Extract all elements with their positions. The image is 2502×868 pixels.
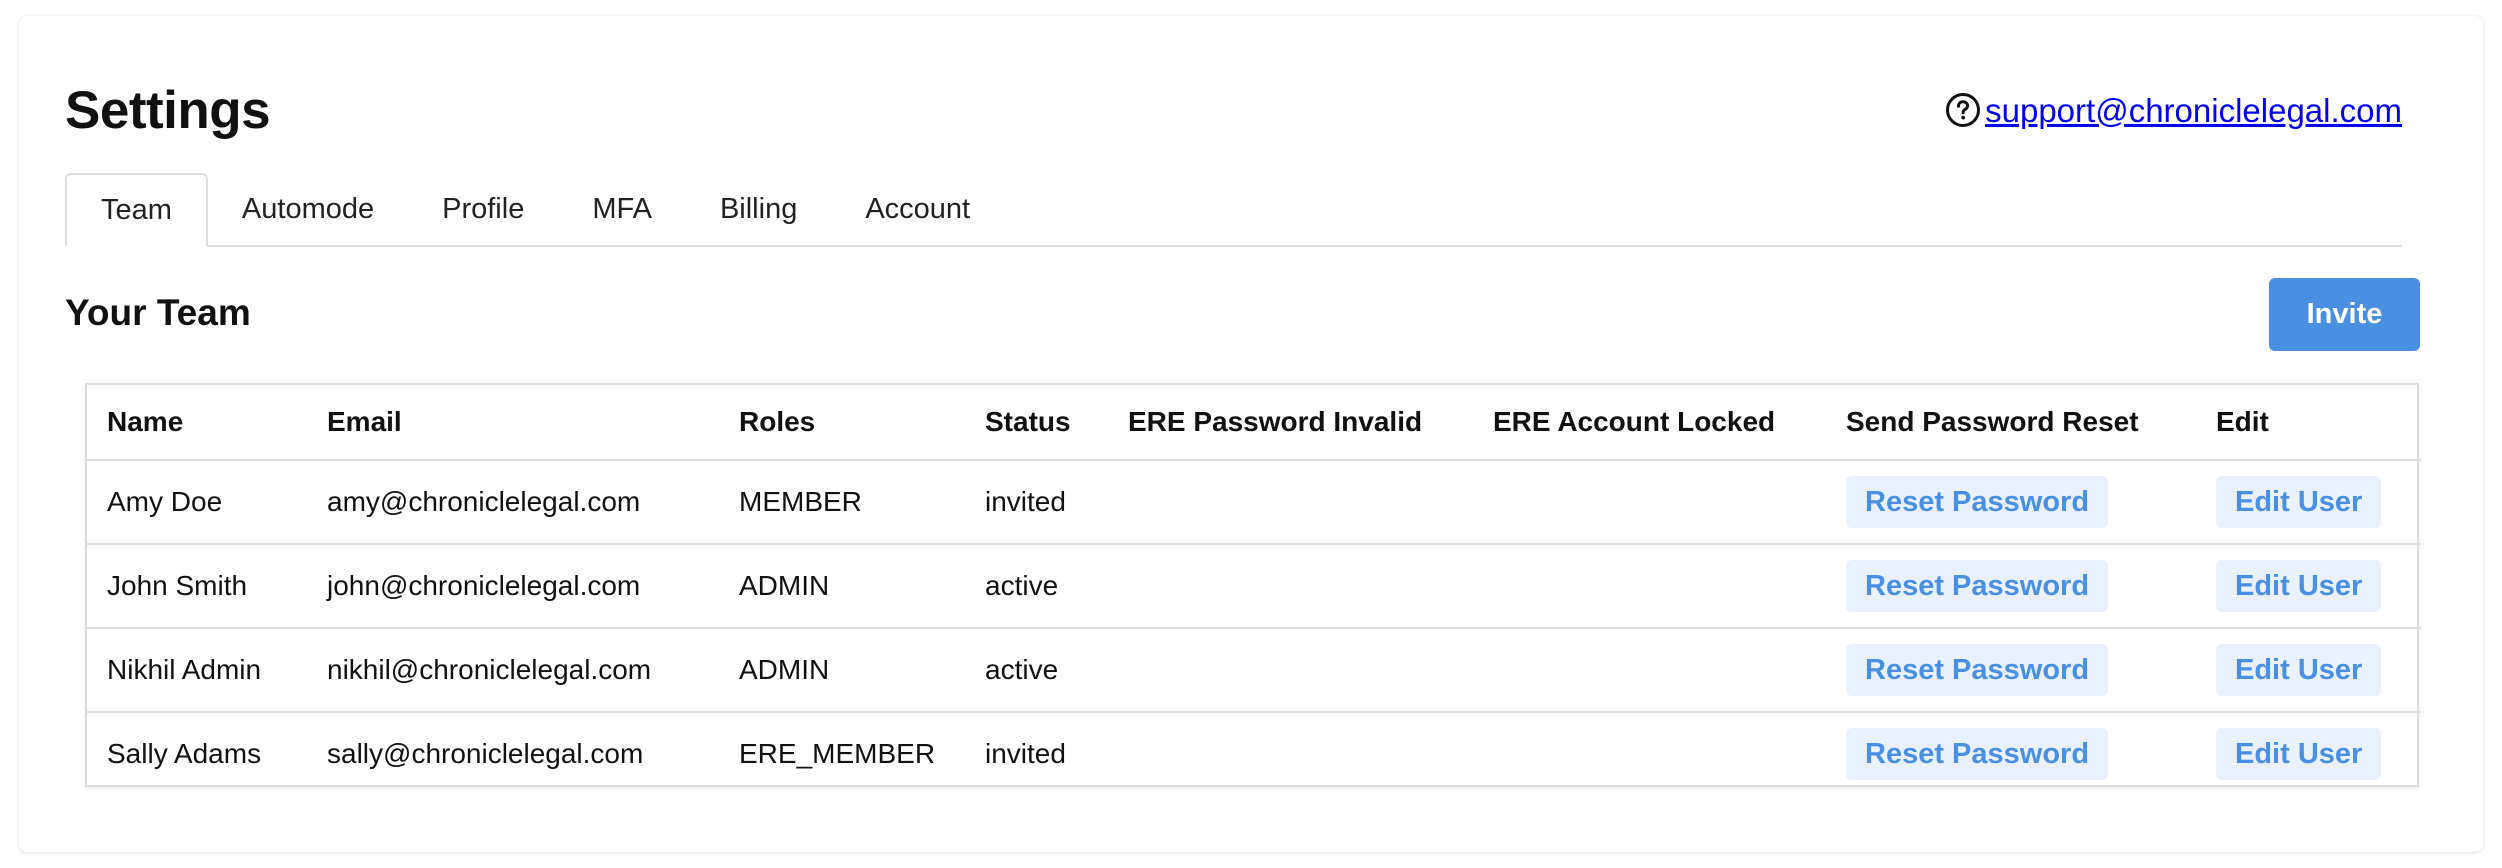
user-email: amy@chroniclelegal.com bbox=[307, 460, 719, 545]
support-email-link[interactable]: support@chroniclelegal.com bbox=[1985, 94, 2402, 127]
ere-password-invalid bbox=[1108, 460, 1473, 545]
column-header: Email bbox=[307, 385, 719, 461]
user-role: ADMIN bbox=[719, 628, 965, 713]
user-status: invited bbox=[965, 460, 1108, 545]
user-name: Amy Doe bbox=[87, 460, 307, 545]
tab-account[interactable]: Account bbox=[831, 173, 1004, 245]
column-header: Roles bbox=[719, 385, 965, 461]
section-title: Your Team bbox=[65, 292, 251, 333]
ere-password-invalid bbox=[1108, 544, 1473, 629]
column-header: Send Password Reset bbox=[1826, 385, 2196, 461]
edit-user-button[interactable]: Edit User bbox=[2216, 728, 2382, 780]
ere-password-invalid bbox=[1108, 712, 1473, 795]
ere-account-locked bbox=[1473, 712, 1826, 795]
tab-mfa[interactable]: MFA bbox=[558, 173, 686, 245]
table-header-row: Name Email Roles Status ERE Password Inv… bbox=[87, 385, 2421, 461]
reset-password-button[interactable]: Reset Password bbox=[1846, 476, 2109, 528]
invite-button[interactable]: Invite bbox=[2269, 278, 2420, 351]
edit-user-button[interactable]: Edit User bbox=[2216, 476, 2382, 528]
user-name: John Smith bbox=[87, 544, 307, 629]
table-row: Amy Doe amy@chroniclelegal.com MEMBER in… bbox=[87, 460, 2421, 545]
column-header: Status bbox=[965, 385, 1108, 461]
user-name: Nikhil Admin bbox=[87, 628, 307, 713]
table-row: Sally Adams sally@chroniclelegal.com ERE… bbox=[87, 712, 2421, 795]
settings-tabs: Team Automode Profile MFA Billing Accoun… bbox=[65, 173, 2402, 247]
user-role: MEMBER bbox=[719, 460, 965, 545]
reset-password-button[interactable]: Reset Password bbox=[1846, 728, 2109, 780]
user-status: invited bbox=[985, 738, 1066, 769]
column-header: ERE Password Invalid bbox=[1108, 385, 1473, 461]
column-header: Name bbox=[87, 385, 307, 461]
ere-account-locked bbox=[1473, 544, 1826, 629]
tab-billing[interactable]: Billing bbox=[686, 173, 831, 245]
column-header: Edit bbox=[2196, 385, 2421, 461]
column-header: ERE Account Locked bbox=[1473, 385, 1826, 461]
edit-user-button[interactable]: Edit User bbox=[2216, 560, 2382, 612]
team-table: Name Email Roles Status ERE Password Inv… bbox=[85, 383, 2421, 787]
tab-profile[interactable]: Profile bbox=[408, 173, 558, 245]
table-row: John Smith john@chroniclelegal.com ADMIN… bbox=[87, 544, 2421, 629]
page-header: Settings support@chroniclelegal.com bbox=[65, 66, 2402, 140]
table-row: Nikhil Admin nikhil@chroniclelegal.com A… bbox=[87, 628, 2421, 713]
user-email: john@chroniclelegal.com bbox=[307, 544, 719, 629]
tab-team[interactable]: Team bbox=[65, 173, 208, 247]
ere-account-locked bbox=[1473, 460, 1826, 545]
ere-password-invalid bbox=[1108, 628, 1473, 713]
reset-password-button[interactable]: Reset Password bbox=[1846, 560, 2109, 612]
user-role: ERE_MEMBER bbox=[739, 738, 936, 769]
user-role: ADMIN bbox=[719, 544, 965, 629]
tab-automode[interactable]: Automode bbox=[208, 173, 408, 245]
reset-password-button[interactable]: Reset Password bbox=[1846, 644, 2109, 696]
ere-account-locked bbox=[1473, 628, 1826, 713]
user-status: active bbox=[965, 544, 1108, 629]
user-status: active bbox=[965, 628, 1108, 713]
support-contact: support@chroniclelegal.com bbox=[1945, 92, 2402, 128]
question-circle-icon bbox=[1946, 93, 1981, 127]
user-email: nikhil@chroniclelegal.com bbox=[307, 628, 719, 713]
user-email: sally@chroniclelegal.com bbox=[327, 738, 644, 769]
edit-user-button[interactable]: Edit User bbox=[2216, 644, 2382, 696]
user-name: Sally Adams bbox=[107, 738, 262, 769]
page-title: Settings bbox=[65, 81, 271, 140]
